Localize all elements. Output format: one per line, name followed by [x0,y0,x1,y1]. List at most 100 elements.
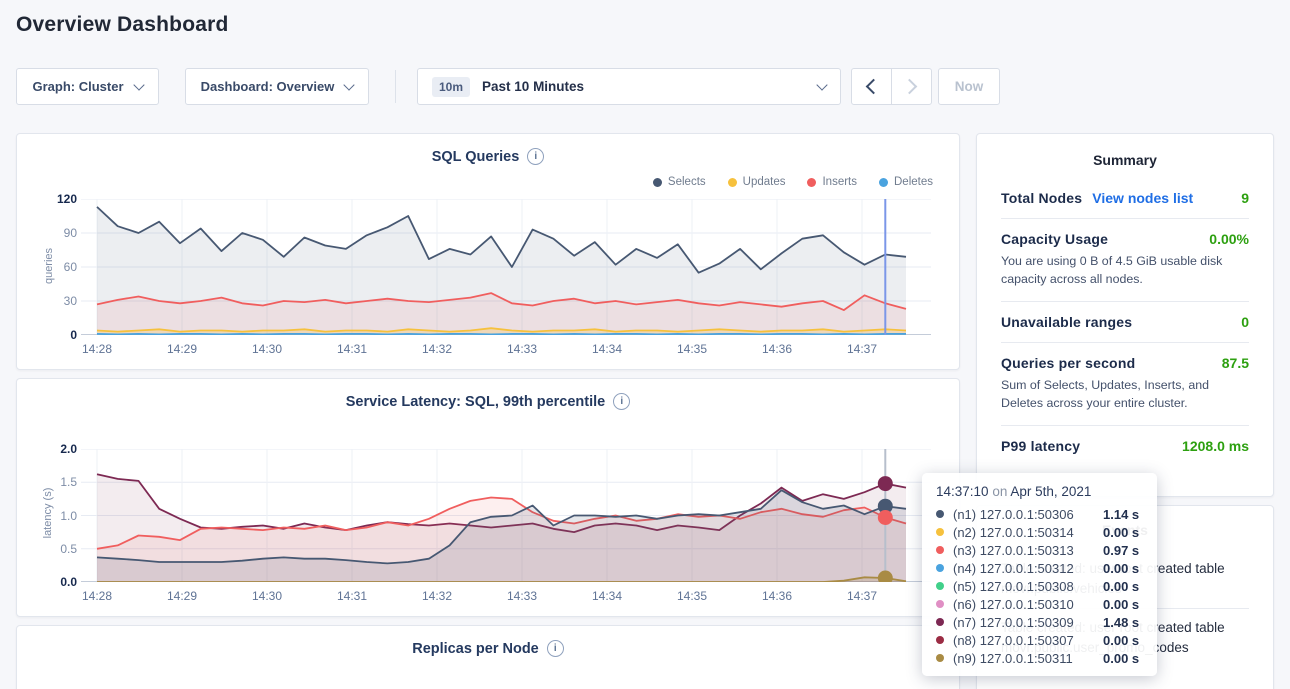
node-value: 0.00 s [1103,579,1139,594]
legend-label: Inserts [822,176,857,188]
summary-value: 87.5 [1222,355,1249,371]
legend-item: Inserts [807,176,857,188]
info-icon[interactable]: i [527,148,544,165]
x-axis-tick: 14:37 [838,342,886,356]
tooltip-row: (n7) 127.0.0.1:503091.48 s [936,613,1143,631]
time-pager [851,68,932,105]
node-color-dot [936,546,944,554]
next-interval-button[interactable] [891,69,931,104]
legend-item: Updates [728,176,786,188]
x-axis-tick: 14:31 [328,589,376,603]
node-color-dot [936,582,944,590]
node-value: 0.00 s [1103,651,1139,666]
tooltip-row: (n2) 127.0.0.1:503140.00 s [936,523,1143,541]
chart-card-sql-queries: SQL Queries i Selects Updates Inserts Delet… [16,133,960,370]
page-title: Overview Dashboard [16,13,229,37]
summary-description: Sum of Selects, Updates, Inserts, and De… [1001,377,1249,413]
now-button[interactable]: Now [938,68,1000,105]
tooltip-timestamp: 14:37:10 on Apr 5th, 2021 [936,484,1143,499]
graph-dropdown[interactable]: Graph: Cluster [16,68,159,105]
legend-label: Deletes [894,176,933,188]
summary-row: Queries per second 87.5 Sum of Selects, … [1001,343,1249,426]
tooltip-row: (n5) 127.0.0.1:503080.00 s [936,577,1143,595]
chart-card-replicas-per-node: Replicas per Node i [16,625,960,689]
legend-item: Selects [653,176,706,188]
node-value: 0.00 s [1103,525,1139,540]
x-axis-tick: 14:29 [158,589,206,603]
node-value: 0.00 s [1103,597,1139,612]
x-axis-tick: 14:36 [753,342,801,356]
chevron-down-icon [344,79,355,90]
y-axis-tick: 0.0 [37,575,77,589]
x-axis-tick: 14:32 [413,342,461,356]
controls-divider [395,70,396,103]
node-color-dot [936,564,944,572]
tooltip-row: (n1) 127.0.0.1:503061.14 s [936,505,1143,523]
y-axis-tick: 2.0 [37,442,77,456]
node-color-dot [936,618,944,626]
summary-row: P99 latency 1208.0 ms [1001,426,1249,466]
y-axis-tick: 0 [37,328,77,342]
x-axis-tick: 14:30 [243,342,291,356]
x-axis-tick: 14:28 [73,342,121,356]
legend-label: Updates [743,176,786,188]
node-name: (n3) 127.0.0.1:50313 [953,543,1103,558]
x-axis-tick: 14:36 [753,589,801,603]
summary-label: Capacity Usage [1001,231,1108,247]
chevron-left-icon [866,79,882,95]
tooltip-on: on [992,484,1007,499]
chart-title: SQL Queries i [17,148,959,165]
node-color-dot [936,600,944,608]
time-range-selector[interactable]: 10m Past 10 Minutes [417,68,841,105]
summary-row: Total Nodes View nodes list 9 [1001,178,1249,219]
node-name: (n5) 127.0.0.1:50308 [953,579,1103,594]
node-value: 0.00 s [1103,561,1139,576]
node-name: (n4) 127.0.0.1:50312 [953,561,1103,576]
dashboard-dropdown[interactable]: Dashboard: Overview [185,68,369,105]
y-axis-tick: 90 [37,226,77,240]
node-value: 0.97 s [1103,543,1139,558]
node-name: (n9) 127.0.0.1:50311 [953,651,1103,666]
chart-plot[interactable] [81,199,931,335]
summary-title: Summary [1001,152,1249,168]
node-color-dot [936,510,944,518]
x-axis-tick: 14:28 [73,589,121,603]
x-axis-tick: 14:34 [583,589,631,603]
node-name: (n8) 127.0.0.1:50307 [953,633,1103,648]
x-axis-tick: 14:34 [583,342,631,356]
x-axis-tick: 14:32 [413,589,461,603]
x-axis-tick: 14:31 [328,342,376,356]
tooltip-row: (n9) 127.0.0.1:503110.00 s [936,649,1143,667]
summary-value: 9 [1241,190,1249,206]
x-axis-tick: 14:30 [243,589,291,603]
chart-title-text: SQL Queries [432,149,520,165]
info-icon[interactable]: i [613,393,630,410]
hover-tooltip: 14:37:10 on Apr 5th, 2021 (n1) 127.0.0.1… [922,473,1157,676]
y-axis-tick: 120 [37,192,77,206]
prev-interval-button[interactable] [852,69,891,104]
chevron-down-icon [816,79,827,90]
x-axis-tick: 14:35 [668,342,716,356]
x-axis-tick: 14:33 [498,589,546,603]
legend-dot-icon [807,178,816,187]
summary-row: Unavailable ranges 0 [1001,302,1249,343]
y-axis-tick: 60 [37,260,77,274]
info-icon[interactable]: i [547,640,564,657]
summary-value: 0 [1241,314,1249,330]
chart-title-text: Service Latency: SQL, 99th percentile [346,394,606,410]
chevron-right-icon [902,79,918,95]
node-color-dot [936,654,944,662]
x-axis-tick: 14:33 [498,342,546,356]
tooltip-date: Apr 5th, 2021 [1010,484,1091,499]
chart-plot[interactable] [81,449,931,582]
x-axis-tick: 14:37 [838,589,886,603]
view-nodes-link[interactable]: View nodes list [1092,190,1193,206]
tooltip-row: (n6) 127.0.0.1:503100.00 s [936,595,1143,613]
y-axis-tick: 0.5 [37,542,77,556]
node-value: 1.14 s [1103,507,1139,522]
legend-item: Deletes [879,176,933,188]
y-axis-tick: 1.5 [37,475,77,489]
x-axis-tick: 14:29 [158,342,206,356]
summary-card: Summary Total Nodes View nodes list 9 Ca… [976,133,1274,497]
legend-dot-icon [653,178,662,187]
